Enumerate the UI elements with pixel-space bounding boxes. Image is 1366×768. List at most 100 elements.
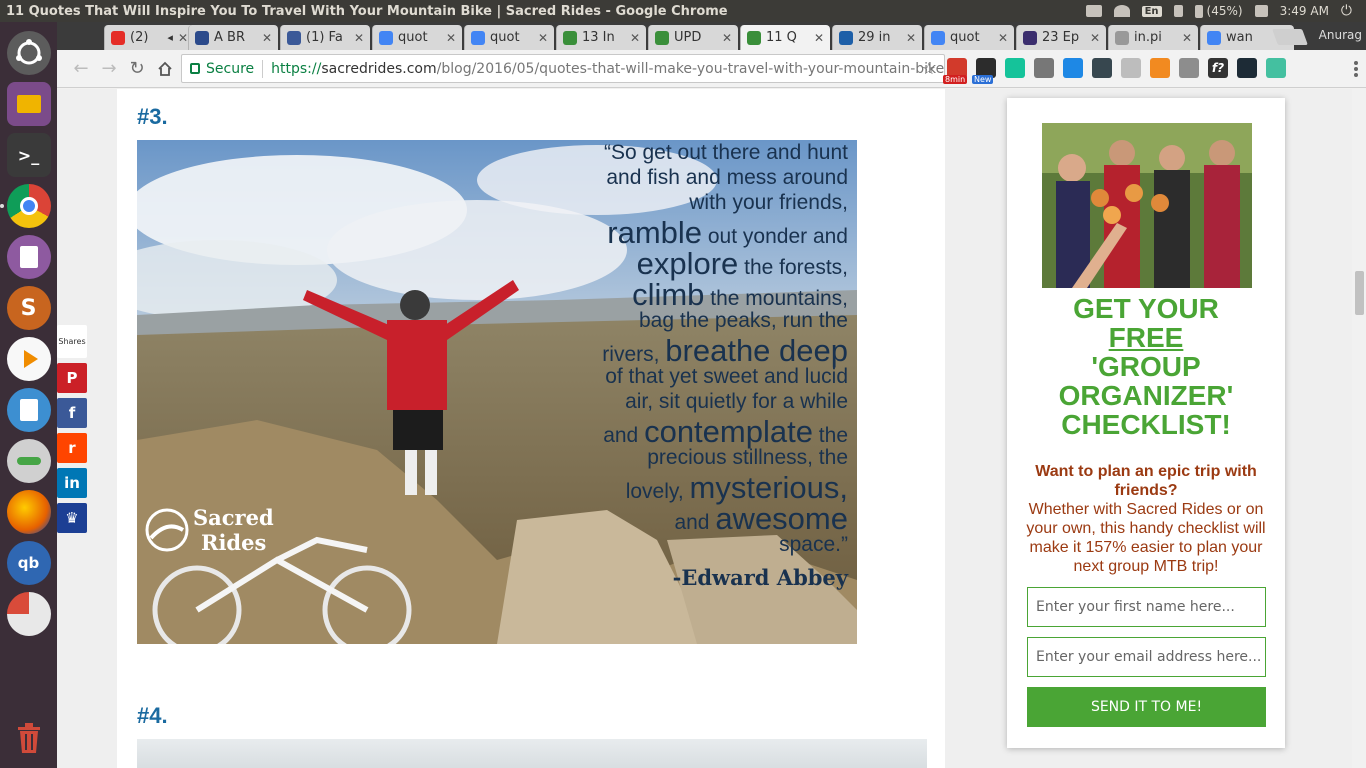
tab-close-icon[interactable]: ✕	[538, 31, 548, 45]
unity-launcher: >_ S qb	[0, 22, 57, 768]
tab-audio-icon[interactable]: ◂	[167, 31, 173, 44]
back-button[interactable]: ←	[67, 55, 95, 83]
quote-fragment: precious stillness, the	[647, 446, 848, 469]
window-extension-icon[interactable]	[1063, 58, 1083, 78]
terminal-icon[interactable]: >_	[6, 133, 51, 177]
secure-label[interactable]: Secure	[206, 61, 254, 77]
chrome-menu-icon[interactable]	[1354, 61, 1358, 77]
headline-line-4: ORGANIZER'	[1058, 380, 1234, 411]
tab-close-icon[interactable]: ✕	[906, 31, 916, 45]
tab-close-icon[interactable]: ✕	[814, 31, 824, 45]
browser-tab[interactable]: in.pi ✕	[1108, 25, 1198, 50]
quote-line: “So get out there and hunt	[528, 142, 848, 167]
browser-tab[interactable]: A BR ✕	[188, 25, 278, 50]
headline-line-5: CHECKLIST!	[1061, 409, 1231, 440]
browser-tab[interactable]: 23 Ep ✕	[1016, 25, 1106, 50]
forward-button[interactable]: →	[95, 55, 123, 83]
trash-icon[interactable]	[7, 716, 51, 760]
browser-tab[interactable]: quot ✕	[464, 25, 554, 50]
timer-extension-icon[interactable]: 8min	[943, 58, 968, 84]
puzzle-extension-icon[interactable]	[1034, 58, 1054, 78]
send-checklist-button[interactable]: SEND IT TO ME!	[1027, 687, 1266, 727]
tab-close-icon[interactable]: ✕	[262, 31, 272, 45]
lock-icon[interactable]	[190, 63, 200, 74]
quote-fragment: bag the peaks, run the	[639, 309, 848, 332]
tab-close-icon[interactable]: ✕	[446, 31, 456, 45]
reload-button[interactable]: ↻	[123, 55, 151, 83]
qbittorrent-icon[interactable]: qb	[6, 541, 51, 585]
grammarly-icon[interactable]	[1005, 58, 1025, 78]
function-extension-icon[interactable]: f?	[1208, 58, 1228, 78]
profile-button[interactable]: Anurag	[1319, 28, 1362, 42]
address-bar[interactable]: Secure https:// sacredrides.com /blog/20…	[181, 54, 945, 83]
headline-line-2: FREE	[1007, 323, 1285, 352]
browser-tab[interactable]: (1) Fa ✕	[280, 25, 370, 50]
tab-close-icon[interactable]: ✕	[1182, 31, 1192, 45]
settings-icon[interactable]	[6, 439, 51, 483]
email-field[interactable]	[1027, 637, 1266, 677]
toolbar-extension-icon[interactable]	[1092, 58, 1112, 78]
inbox-extension-icon[interactable]	[1179, 58, 1199, 78]
tab-title: in.pi	[1134, 30, 1162, 45]
tab-close-icon[interactable]: ✕	[630, 31, 640, 45]
browser-tab[interactable]: quot ✕	[924, 25, 1014, 50]
quote-fragment: the	[812, 424, 848, 447]
url-path: /blog/2016/05/quotes-that-will-make-you-…	[436, 60, 944, 77]
quote-fragment: awesome	[715, 501, 848, 536]
tab-close-icon[interactable]: ✕	[722, 31, 732, 45]
battery-indicator[interactable]: (45%)	[1194, 4, 1243, 18]
chrome-icon[interactable]	[0, 184, 51, 228]
reddit-share-button[interactable]: r	[57, 433, 87, 463]
text-editor-icon[interactable]	[6, 388, 51, 432]
quote-fragment: lovely,	[625, 480, 690, 503]
facebook-share-button[interactable]: f	[57, 398, 87, 428]
pinterest-share-button[interactable]: P	[57, 363, 87, 393]
bookmark-star-icon[interactable]: ☆	[922, 59, 936, 78]
vlc-icon[interactable]	[6, 337, 51, 381]
quote-text-block: “So get out there and hunt and fish and m…	[528, 142, 848, 588]
google-icon	[471, 30, 485, 45]
browser-tab[interactable]: 11 Q ✕	[740, 25, 830, 50]
new-tab-button[interactable]	[1272, 29, 1308, 45]
circle-extension-icon[interactable]	[1266, 58, 1286, 78]
globe-icon	[839, 30, 853, 45]
sublime-icon[interactable]: S	[6, 286, 51, 330]
battery-icon	[1194, 4, 1203, 18]
browser-tab[interactable]: quot ✕	[372, 25, 462, 50]
clock[interactable]: 3:49 AM	[1280, 4, 1329, 18]
first-name-field[interactable]	[1027, 587, 1266, 627]
dropbox-icon[interactable]	[1085, 5, 1102, 17]
fox-extension-icon[interactable]	[1150, 58, 1170, 78]
browser-tab[interactable]: 13 In ✕	[556, 25, 646, 50]
tab-close-icon[interactable]: ✕	[178, 31, 188, 45]
ubuntu-icon[interactable]	[6, 31, 51, 75]
quote-line: and contemplate the	[528, 416, 848, 447]
linkedin-share-button[interactable]: in	[57, 468, 87, 498]
tab-close-icon[interactable]: ✕	[354, 31, 364, 45]
browser-tab[interactable]: (2) ◂ ✕	[104, 25, 194, 50]
browser-tab[interactable]: 29 in ✕	[832, 25, 922, 50]
quote-fragment: the forests,	[738, 256, 848, 279]
tab-close-icon[interactable]: ✕	[998, 31, 1008, 45]
react-extension-icon[interactable]	[1237, 58, 1257, 78]
page-scrollbar[interactable]	[1352, 89, 1366, 768]
disk-usage-icon[interactable]	[6, 592, 51, 636]
wifi-icon[interactable]	[1113, 5, 1130, 17]
volume-icon[interactable]	[1254, 5, 1268, 17]
bluetooth-icon[interactable]	[1173, 5, 1183, 17]
watermark-text: Sacred Rides	[193, 505, 274, 555]
document-viewer-icon[interactable]	[6, 235, 51, 279]
home-button[interactable]	[151, 55, 179, 83]
layers-extension-icon[interactable]	[1121, 58, 1141, 78]
quote-image: “So get out there and hunt and fish and m…	[137, 140, 857, 644]
power-icon[interactable]: ⏻	[1341, 3, 1352, 19]
tab-close-icon[interactable]: ✕	[1090, 31, 1100, 45]
dark-extension-icon[interactable]: New	[972, 58, 996, 84]
firefox-icon[interactable]	[6, 490, 51, 534]
files-icon[interactable]	[6, 82, 51, 126]
browser-tab[interactable]: UPD ✕	[648, 25, 738, 50]
scrollbar-thumb[interactable]	[1355, 271, 1364, 315]
crown-share-button[interactable]: ♛	[57, 503, 87, 533]
share-glyph: ♛	[65, 509, 79, 527]
keyboard-layout-indicator[interactable]: En	[1141, 5, 1162, 17]
